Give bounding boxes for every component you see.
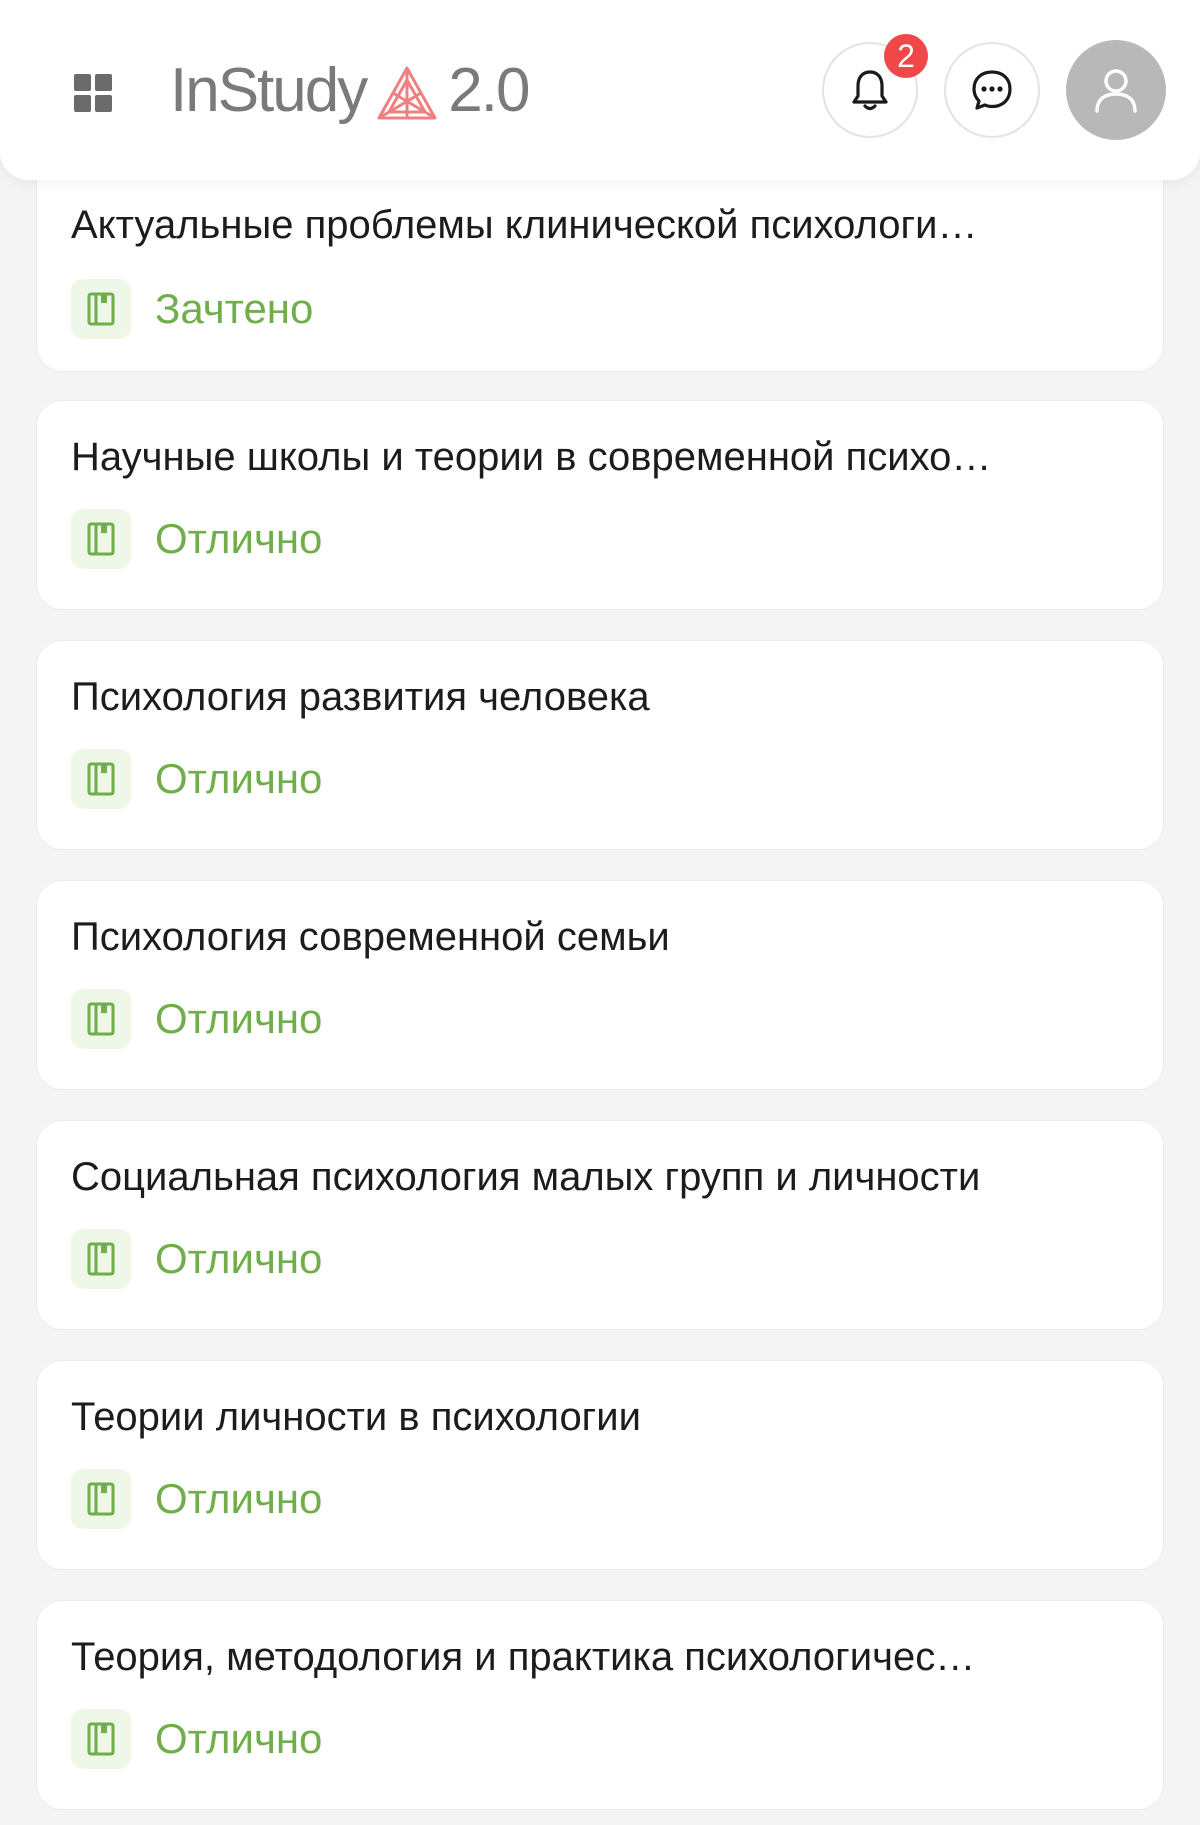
grade-row: Отлично [71,1709,322,1769]
grade-status: Отлично [155,1235,323,1282]
chat-icon [972,70,1012,110]
grade-status: Отлично [155,755,323,802]
profile-avatar[interactable] [1066,40,1166,140]
grade-status: Отлично [155,515,323,562]
course-card[interactable]: Актуальные проблемы клинической психолог… [36,160,1164,372]
course-card[interactable]: Теория, методология и практика психологи… [36,1600,1164,1810]
record-book-icon [71,1229,131,1289]
course-title: Теория, методология и практика психологи… [71,1635,976,1679]
grade-status: Зачтено [155,285,314,332]
app-header: InStudy 2.0 2 [0,0,1200,180]
course-card[interactable]: Психология современной семьи Отлично [36,880,1164,1090]
course-title: Актуальные проблемы клинической психолог… [71,203,978,247]
grid-cell [74,74,91,91]
course-title: Социальная психология малых групп и личн… [71,1155,981,1199]
course-title: Психология современной семьи [71,915,670,959]
grade-status: Отлично [155,995,323,1042]
course-card[interactable]: Теории личности в психологии Отлично [36,1360,1164,1570]
record-book-icon [71,989,131,1049]
user-icon [1095,69,1137,113]
grade-row: Зачтено [71,279,313,339]
course-title: Психология развития человека [71,675,650,719]
record-book-icon [71,279,131,339]
app-logo[interactable]: InStudy 2.0 [170,50,530,130]
grid-icon[interactable] [74,74,112,112]
grid-cell [74,95,91,112]
course-card[interactable]: Научные школы и теории в современной пси… [36,400,1164,610]
grid-cell [95,95,112,112]
record-book-icon [71,509,131,569]
logo-version: 2.0 [448,55,530,125]
grade-row: Отлично [71,509,322,569]
grade-row: Отлично [71,1229,322,1289]
grade-row: Отлично [71,989,322,1049]
record-book-icon [71,1469,131,1529]
course-card[interactable]: Социальная психология малых групп и личн… [36,1120,1164,1330]
messages-button[interactable] [944,42,1040,138]
course-title: Теории личности в психологии [71,1395,641,1439]
record-book-icon [71,749,131,809]
notifications-badge: 2 [884,34,928,78]
grade-row: Отлично [71,1469,322,1529]
course-card[interactable]: Психология развития человека Отлично [36,640,1164,850]
grade-status: Отлично [155,1715,323,1762]
logo-mark-icon [377,66,437,120]
bell-icon [852,70,888,111]
course-title: Научные школы и теории в современной пси… [71,435,992,479]
grid-cell [95,74,112,91]
page: Актуальные проблемы клинической психолог… [0,0,1200,1825]
grade-status: Отлично [155,1475,323,1522]
record-book-icon [71,1709,131,1769]
logo-text: InStudy [170,55,368,125]
grade-row: Отлично [71,749,322,809]
